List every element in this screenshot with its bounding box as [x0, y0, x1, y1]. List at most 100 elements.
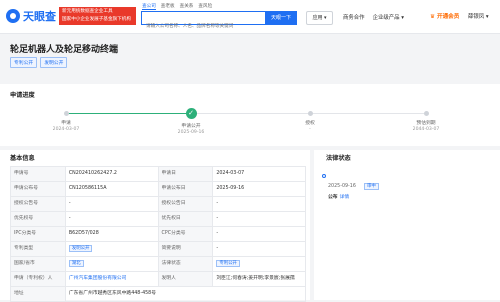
step-dot	[423, 111, 429, 116]
search-tab-boss[interactable]: 查老板	[161, 3, 175, 10]
field-value: -	[213, 242, 306, 257]
tag-patent-public: 专利公开	[10, 57, 38, 68]
legal-event-name: 公布	[328, 195, 338, 200]
search-box: 天眼一下	[141, 11, 297, 33]
legal-status-badge: 专利公开	[216, 260, 240, 267]
table-row: 申请（专利权）人 广州汽车集团股份有限公司 发明人 刘臣江;何春涛;姜开明;李景…	[11, 272, 306, 287]
field-label: 优先权日	[158, 212, 214, 227]
field-label: IPC分类号	[11, 227, 66, 242]
legal-detail-link[interactable]: 详情	[340, 195, 350, 200]
step-label: 授权	[305, 121, 315, 126]
table-row: 授权公告号 - 授权公告日 -	[11, 197, 306, 212]
patent-tags: 专利公开 发明公开	[10, 57, 68, 68]
basic-info-panel: 基本信息 申请号 CN202410262427.2 申请日 2024-03-07…	[0, 150, 310, 302]
field-label: CPC分类号	[158, 227, 214, 242]
field-label: 发明人	[158, 272, 214, 287]
field-value: 湖北	[65, 257, 159, 272]
progress-step-apply: 申请 2024-03-07	[26, 108, 106, 132]
search-button[interactable]: 天眼一下	[265, 11, 297, 25]
progress-step-grant: 授权 -	[270, 108, 350, 132]
step-dot	[63, 111, 69, 116]
crown-icon: ♛	[430, 14, 437, 20]
vip-label: 开通会员	[436, 14, 460, 20]
search-tab-company[interactable]: 查公司	[142, 3, 156, 10]
field-value: -	[213, 212, 306, 227]
step-dot	[307, 111, 313, 116]
legal-date: 2025-09-16	[328, 184, 356, 189]
progress-panel: 申请进度 申请 2024-03-07 ✓ 申请公开 2025-09-16 授权 …	[0, 84, 500, 146]
tag-invention-public: 发明公开	[40, 57, 68, 68]
basic-info-title: 基本信息	[10, 155, 35, 162]
step-date: 2024-03-07	[52, 127, 80, 132]
table-row: 申请公布号 CN120586115A 申请公布日 2025-09-16	[11, 182, 306, 197]
search-tab-risk[interactable]: 查风险	[198, 3, 212, 10]
logo-text: 天眼查	[23, 10, 56, 23]
chevron-down-icon: ▾	[484, 14, 489, 20]
search-input[interactable]	[142, 20, 257, 33]
step-label: 预估到期	[416, 121, 436, 126]
field-label: 申请号	[11, 167, 66, 182]
field-label: 授权公告号	[11, 197, 66, 212]
field-label: 国家/省市	[11, 257, 66, 272]
field-value: -	[65, 197, 159, 212]
vip-button[interactable]: ♛ 开通会员	[430, 12, 459, 20]
legal-timeline-entry: 2025-09-16 审中 公布 详情	[322, 172, 379, 200]
field-label: 申请公布日	[158, 182, 214, 197]
region-badge: 湖北	[68, 260, 84, 267]
search-tabs: 查公司 查老板 查关系 查风险	[142, 3, 212, 10]
logo[interactable]: 天眼查	[6, 8, 56, 24]
top-nav: 商务合作 企业级产品 ▾	[343, 13, 404, 21]
user-name: 薛银凤	[468, 14, 485, 20]
field-label: 专利类型	[11, 242, 66, 257]
promo-banner[interactable]: 新元用统数据查企业工具 国家中小企业发展子基金旗下机构	[59, 7, 136, 25]
app-menu-button[interactable]: 应用 ▾	[306, 11, 333, 25]
legal-event: 公布 详情	[328, 193, 379, 200]
field-value: -	[65, 212, 159, 227]
table-row: 优先权号 - 优先权日 -	[11, 212, 306, 227]
field-value: CN202410262427.2	[65, 167, 159, 182]
timeline-dot	[322, 174, 326, 178]
progress-title: 申请进度	[10, 92, 35, 99]
user-menu[interactable]: 薛银凤 ▾	[468, 12, 489, 20]
field-value: CN120586115A	[65, 182, 159, 197]
field-value: B62D57/028	[65, 227, 159, 242]
legal-status-title: 法律状态	[326, 155, 351, 162]
nav-business-cooperation[interactable]: 商务合作	[343, 13, 365, 21]
check-icon: ✓	[185, 108, 197, 119]
applicant-link[interactable]: 广州汽车集团股份有限公司	[65, 272, 159, 287]
chevron-down-icon: ▾	[399, 15, 404, 21]
progress-step-publish: ✓ 申请公开 2025-09-16	[151, 108, 231, 135]
table-row: 申请号 CN202410262427.2 申请日 2024-03-07	[11, 167, 306, 182]
top-bar: 天眼查 新元用统数据查企业工具 国家中小企业发展子基金旗下机构 查公司 查老板 …	[0, 0, 500, 34]
field-label: 优先权号	[11, 212, 66, 227]
table-row: 专利类型 发明公开 简要说明 -	[11, 242, 306, 257]
step-date: 2025-09-16	[177, 130, 205, 135]
step-date: 2044-03-07	[412, 127, 440, 132]
progress-step-expiry: 预估到期 2044-03-07	[386, 108, 466, 132]
promo-line-2: 国家中小企业发展子基金旗下机构	[62, 17, 131, 22]
field-label: 申请（专利权）人	[11, 272, 66, 287]
field-label: 申请公布号	[11, 182, 66, 197]
app-menu-label: 应用	[312, 15, 323, 21]
field-value: 2025-09-16	[213, 182, 306, 197]
field-label: 授权公告日	[158, 197, 214, 212]
field-value: -	[213, 227, 306, 242]
field-label: 申请日	[158, 167, 214, 182]
chevron-down-icon: ▾	[322, 15, 327, 21]
nav-enterprise-products[interactable]: 企业级产品 ▾	[373, 13, 404, 21]
field-value: -	[213, 197, 306, 212]
field-value: 刘臣江;何春涛;姜开明;李景宸;张展孺	[213, 272, 306, 287]
legal-status-badge: 审中	[363, 183, 379, 190]
search-tab-relation[interactable]: 查关系	[180, 3, 194, 10]
field-value: 专利公开	[213, 257, 306, 272]
logo-eye-icon	[6, 9, 20, 23]
legal-status-panel: 法律状态 2025-09-16 审中 公布 详情	[314, 150, 500, 300]
field-label: 简要说明	[158, 242, 214, 257]
promo-line-1: 新元用统数据查企业工具	[62, 9, 113, 14]
patent-type-badge: 发明公开	[68, 245, 93, 252]
field-value: 2024-03-07	[213, 167, 306, 182]
step-label: 申请	[61, 121, 71, 126]
table-row: IPC分类号 B62D57/028 CPC分类号 -	[11, 227, 306, 242]
basic-info-table: 申请号 CN202410262427.2 申请日 2024-03-07 申请公布…	[10, 166, 306, 302]
step-date: -	[309, 127, 311, 132]
